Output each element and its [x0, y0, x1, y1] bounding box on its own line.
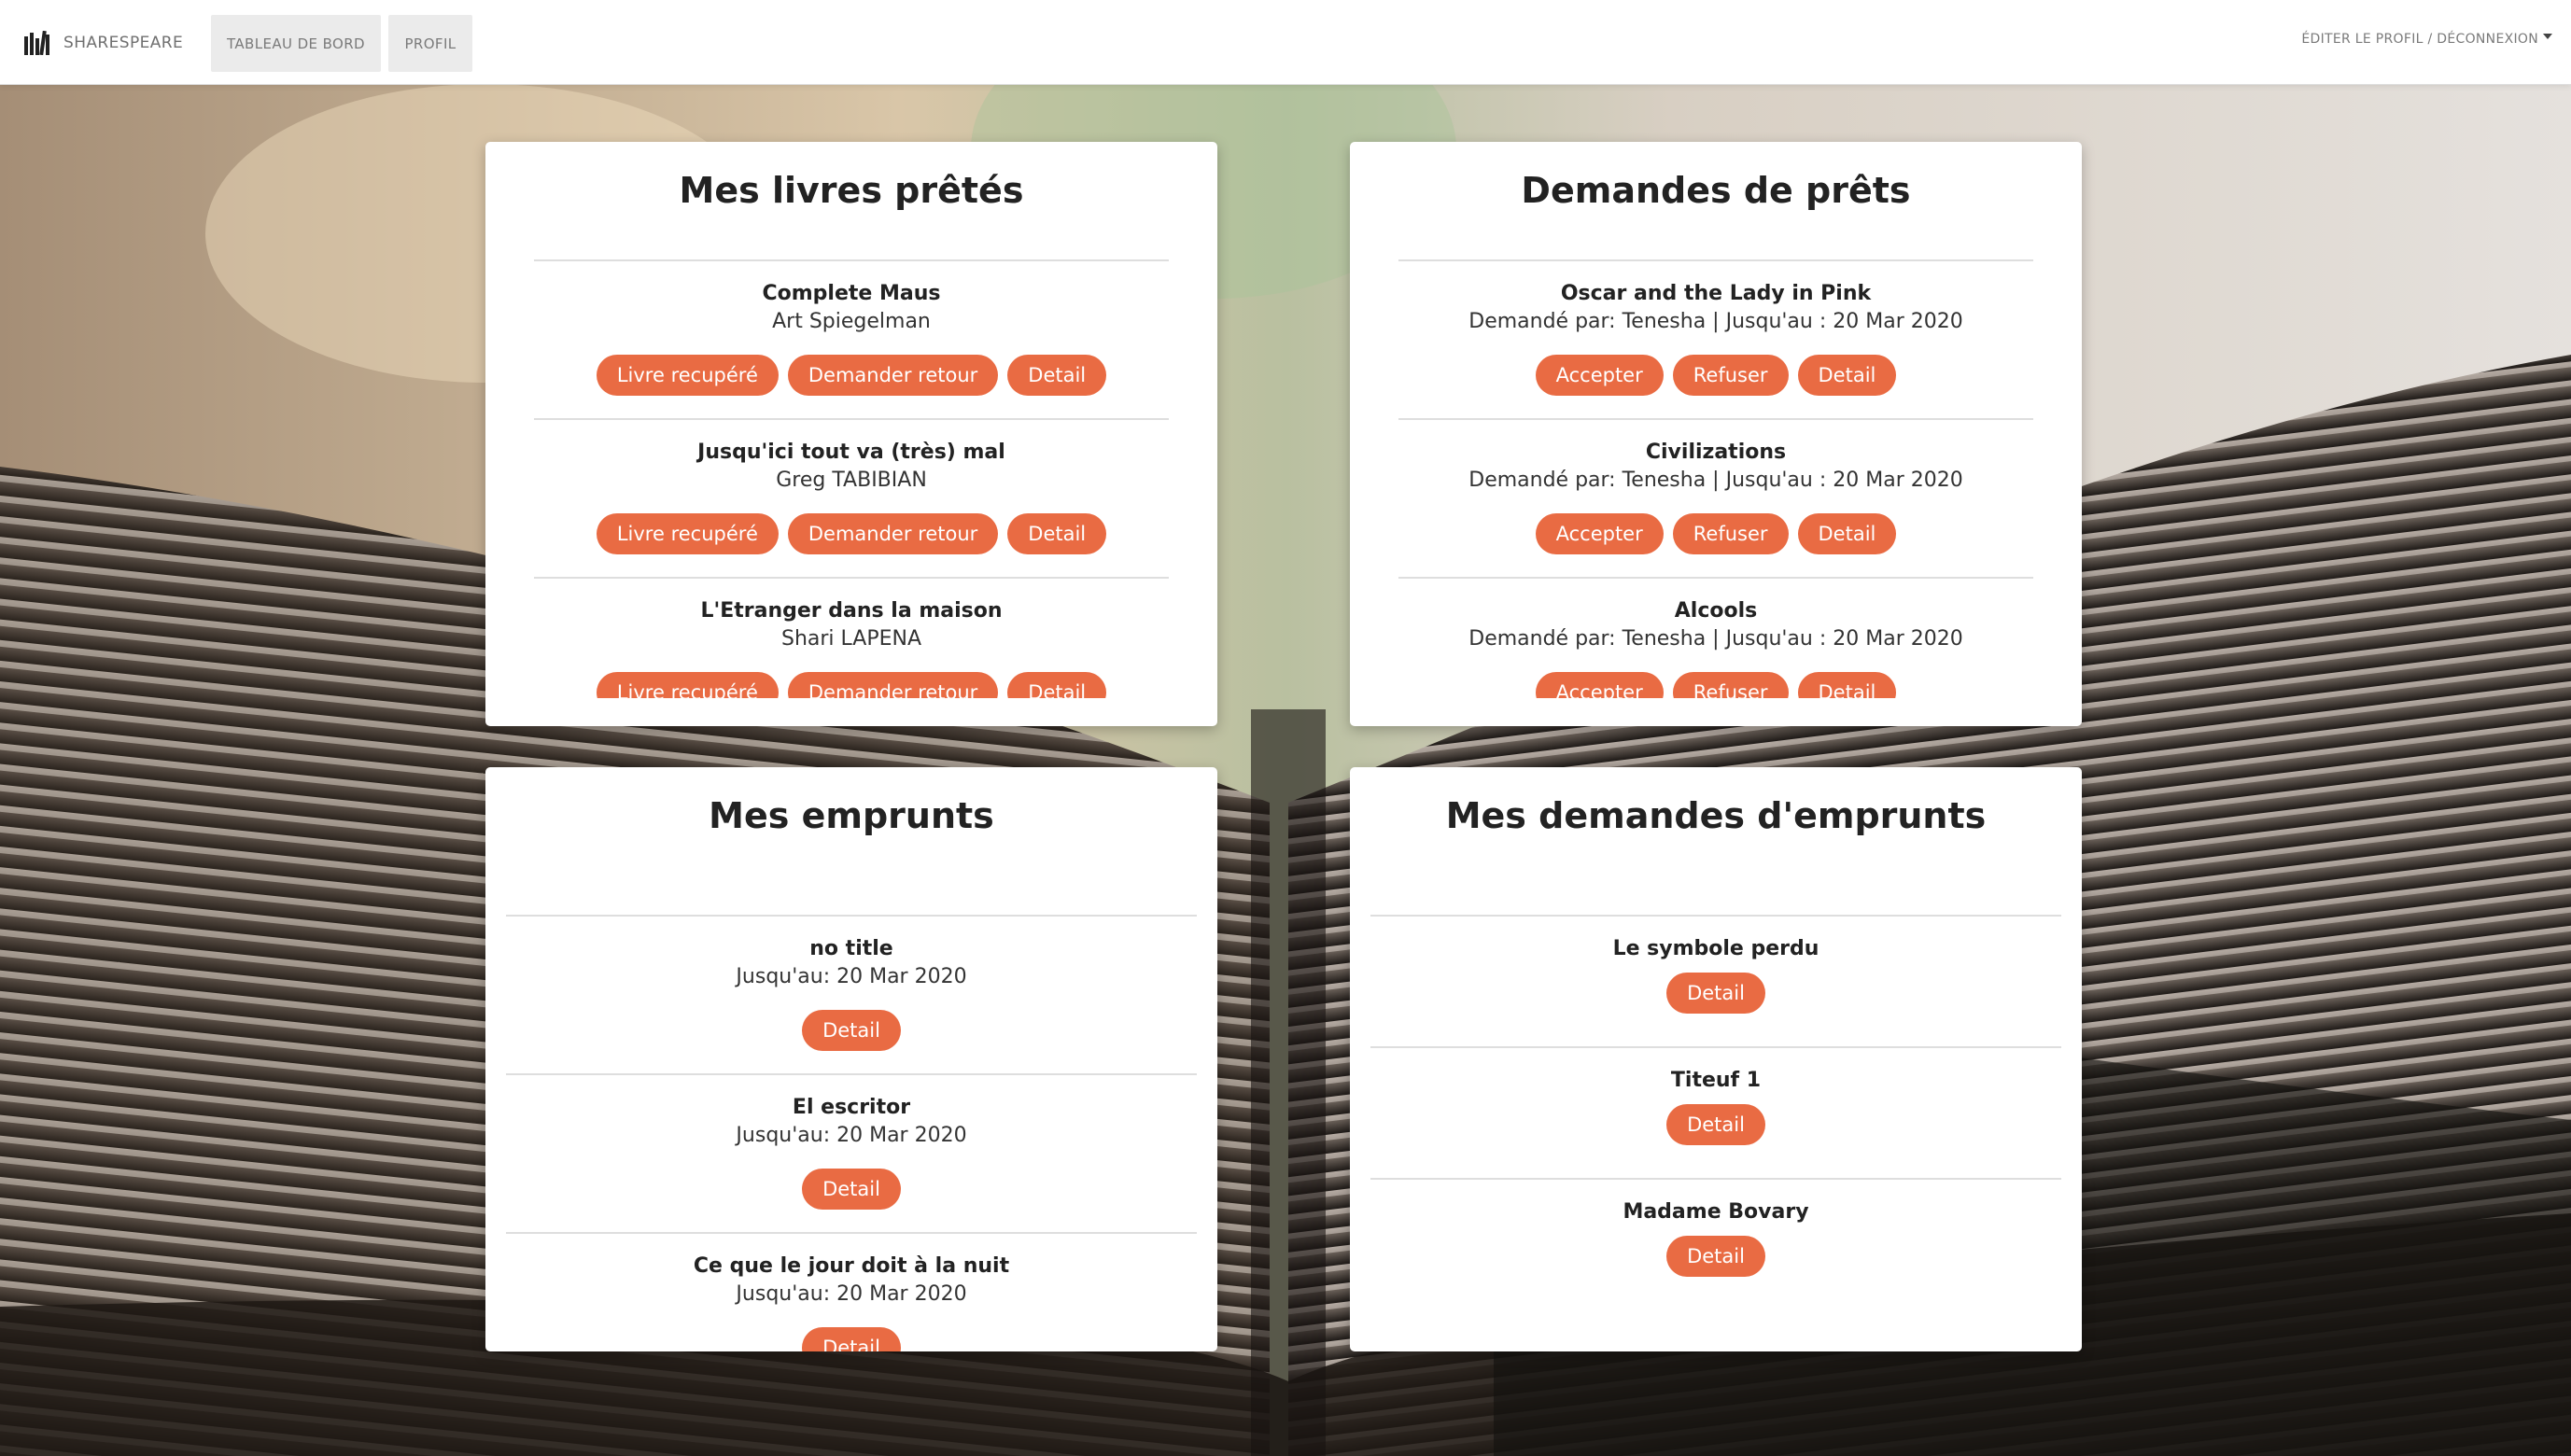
- list-item: Civilizations Demandé par: Tenesha | Jus…: [1398, 418, 2033, 577]
- due-date: Jusqu'au: 20 Mar 2020: [736, 965, 967, 988]
- list-item: Ce que le jour doit à la nuit Jusqu'au: …: [506, 1232, 1197, 1351]
- list-item: Titeuf 1 Detail: [1370, 1046, 2061, 1178]
- detail-button[interactable]: Detail: [1797, 355, 1897, 396]
- detail-button[interactable]: Detail: [802, 1327, 901, 1351]
- lent-books-list[interactable]: Complete Maus Art Spiegelman Livre recup…: [534, 259, 1169, 698]
- user-menu-toggle[interactable]: ÉDITER LE PROFIL / DÉCONNEXION: [2301, 32, 2552, 47]
- brand-name: SHARESPEARE: [63, 34, 184, 52]
- chevron-down-icon: [2543, 34, 2552, 39]
- refuse-button[interactable]: Refuser: [1672, 672, 1789, 698]
- detail-button[interactable]: Detail: [1666, 973, 1765, 1014]
- book-title: Titeuf 1: [1670, 1069, 1762, 1092]
- book-title: Complete Maus: [762, 282, 941, 305]
- detail-button[interactable]: Detail: [1007, 672, 1107, 698]
- book-title: Ce que le jour doit à la nuit: [693, 1254, 1010, 1278]
- detail-button[interactable]: Detail: [802, 1010, 901, 1051]
- detail-button[interactable]: Detail: [1797, 513, 1897, 554]
- loan-requests-list[interactable]: Oscar and the Lady in Pink Demandé par: …: [1398, 259, 2033, 698]
- book-title: Oscar and the Lady in Pink: [1560, 282, 1872, 305]
- lent-books-title: Mes livres prêtés: [679, 170, 1024, 211]
- user-menu-label: ÉDITER LE PROFIL / DÉCONNEXION: [2301, 32, 2538, 47]
- list-item: Madame Bovary Detail: [1370, 1178, 2061, 1309]
- book-title: Madame Bovary: [1623, 1200, 1809, 1224]
- book-title: El escritor: [792, 1096, 911, 1119]
- request-return-button[interactable]: Demander retour: [787, 355, 999, 396]
- tab-profile[interactable]: PROFIL: [388, 15, 472, 72]
- borrowings-title: Mes emprunts: [709, 795, 994, 836]
- accept-button[interactable]: Accepter: [1535, 355, 1664, 396]
- book-author: Greg TABIBIAN: [776, 469, 927, 492]
- detail-button[interactable]: Detail: [1666, 1236, 1765, 1277]
- due-date: Jusqu'au: 20 Mar 2020: [736, 1124, 967, 1147]
- detail-button[interactable]: Detail: [1007, 513, 1107, 554]
- tab-dashboard[interactable]: TABLEAU DE BORD: [211, 15, 381, 72]
- list-item: L'Etranger dans la maison Shari LAPENA L…: [534, 577, 1169, 698]
- detail-button[interactable]: Detail: [1797, 672, 1897, 698]
- open-book-illustration: [0, 0, 2571, 1456]
- detail-button[interactable]: Detail: [1666, 1104, 1765, 1145]
- book-title: Jusqu'ici tout va (très) mal: [697, 441, 1005, 464]
- book-title: Civilizations: [1645, 441, 1787, 464]
- book-title: L'Etranger dans la maison: [700, 599, 1003, 623]
- refuse-button[interactable]: Refuser: [1672, 355, 1789, 396]
- list-item: Complete Maus Art Spiegelman Livre recup…: [534, 259, 1169, 418]
- request-return-button[interactable]: Demander retour: [787, 672, 999, 698]
- book-title: Le symbole perdu: [1612, 937, 1819, 960]
- request-details: Demandé par: Tenesha | Jusqu'au : 20 Mar…: [1468, 469, 1963, 492]
- request-details: Demandé par: Tenesha | Jusqu'au : 20 Mar…: [1468, 310, 1963, 333]
- list-item: Alcools Demandé par: Tenesha | Jusqu'au …: [1398, 577, 2033, 698]
- list-item: El escritor Jusqu'au: 20 Mar 2020 Detail: [506, 1073, 1197, 1232]
- request-details: Demandé par: Tenesha | Jusqu'au : 20 Mar…: [1468, 627, 1963, 651]
- top-navbar: SHARESPEARE TABLEAU DE BORD PROFIL ÉDITE…: [0, 0, 2571, 85]
- borrow-requests-card: Mes demandes d'emprunts Le symbole perdu…: [1350, 767, 2082, 1351]
- request-return-button[interactable]: Demander retour: [787, 513, 999, 554]
- book-title: no title: [809, 937, 893, 960]
- borrow-requests-title: Mes demandes d'emprunts: [1445, 795, 1987, 836]
- book-author: Art Spiegelman: [772, 310, 931, 333]
- accept-button[interactable]: Accepter: [1535, 513, 1664, 554]
- refuse-button[interactable]: Refuser: [1672, 513, 1789, 554]
- accept-button[interactable]: Accepter: [1535, 672, 1664, 698]
- books-icon: [24, 31, 49, 55]
- book-returned-button[interactable]: Livre recupéré: [596, 672, 779, 698]
- lent-books-card: Mes livres prêtés Complete Maus Art Spie…: [485, 142, 1217, 726]
- book-author: Shari LAPENA: [780, 627, 922, 651]
- detail-button[interactable]: Detail: [1007, 355, 1107, 396]
- borrow-requests-list[interactable]: Le symbole perdu Detail Titeuf 1 Detail …: [1370, 915, 2061, 1351]
- list-item: Oscar and the Lady in Pink Demandé par: …: [1398, 259, 2033, 418]
- borrowings-card: Mes emprunts no title Jusqu'au: 20 Mar 2…: [485, 767, 1217, 1351]
- brand-link[interactable]: SHARESPEARE: [24, 28, 183, 58]
- detail-button[interactable]: Detail: [802, 1169, 901, 1210]
- list-item: Jusqu'ici tout va (très) mal Greg TABIBI…: [534, 418, 1169, 577]
- list-item: Le symbole perdu Detail: [1370, 915, 2061, 1046]
- book-returned-button[interactable]: Livre recupéré: [596, 355, 779, 396]
- loan-requests-title: Demandes de prêts: [1521, 170, 1911, 211]
- borrowings-list[interactable]: no title Jusqu'au: 20 Mar 2020 Detail El…: [506, 915, 1197, 1351]
- due-date: Jusqu'au: 20 Mar 2020: [736, 1282, 967, 1306]
- book-title: Alcools: [1674, 599, 1758, 623]
- book-returned-button[interactable]: Livre recupéré: [596, 513, 779, 554]
- background-image: [0, 0, 2571, 1456]
- loan-requests-card: Demandes de prêts Oscar and the Lady in …: [1350, 142, 2082, 726]
- list-item: no title Jusqu'au: 20 Mar 2020 Detail: [506, 915, 1197, 1073]
